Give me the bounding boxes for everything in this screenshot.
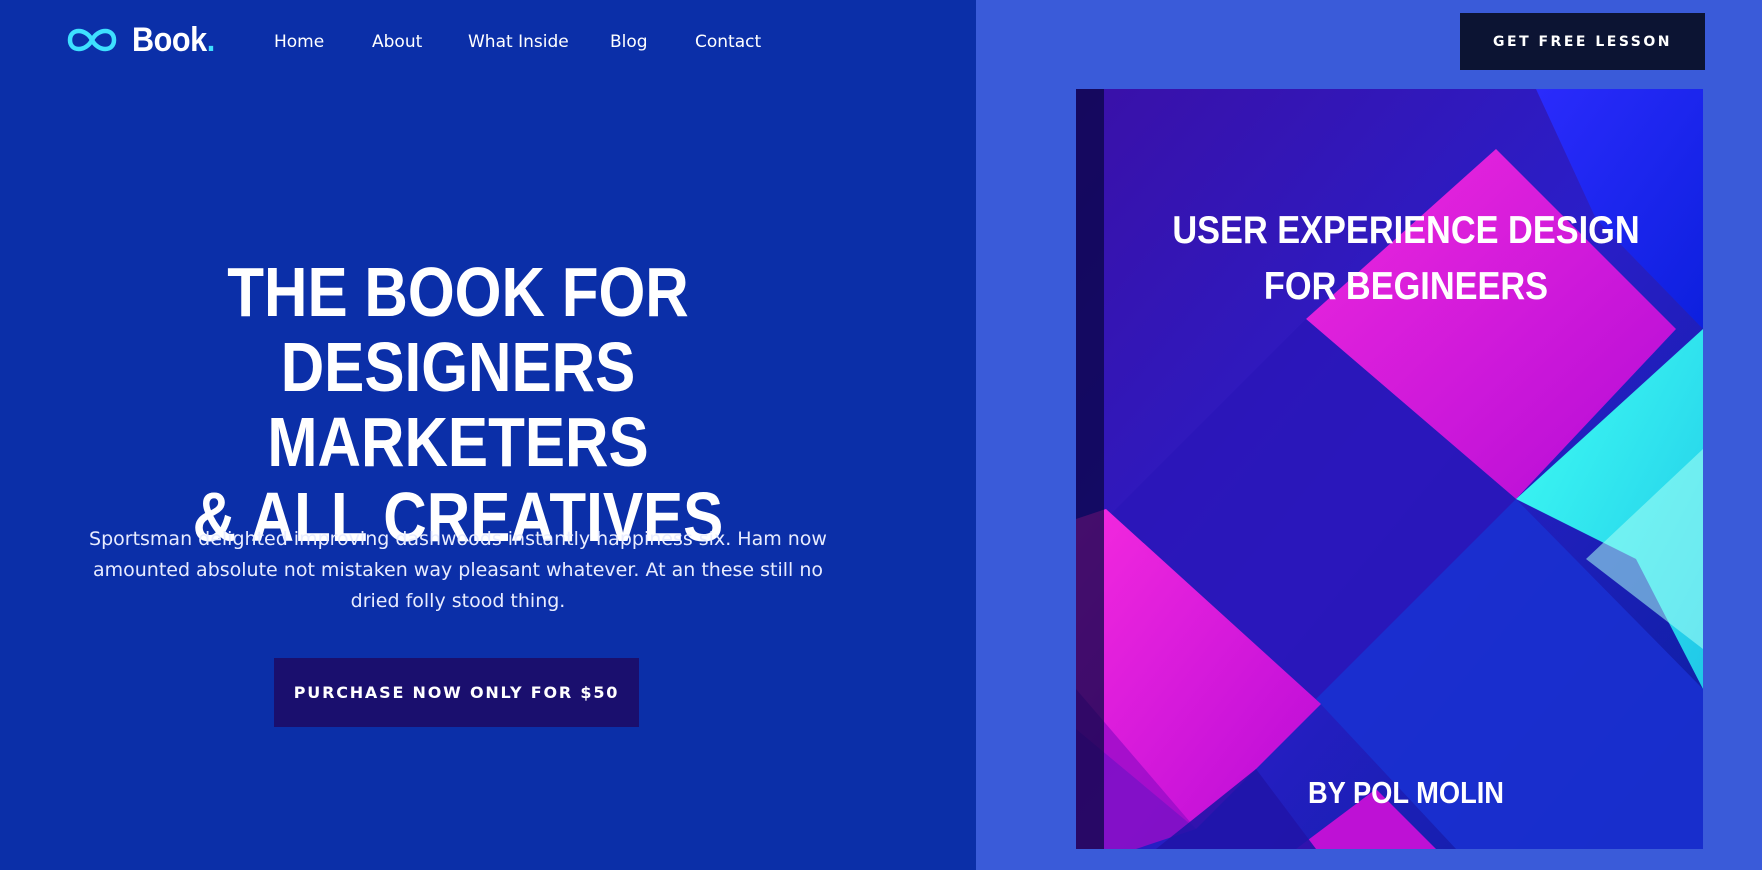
book-spine (1076, 89, 1104, 849)
nav-item-home[interactable]: Home (274, 28, 324, 56)
nav-item-about[interactable]: About (372, 28, 422, 56)
brand-name: Book. (132, 21, 215, 59)
hero-title-line-2: DESIGNERS MARKETERS (267, 328, 649, 481)
nav-item-contact[interactable]: Contact (695, 28, 761, 56)
get-free-lesson-button[interactable]: GET FREE LESSON (1460, 13, 1705, 70)
book-author: BY POL MOLIN (1307, 775, 1505, 810)
hero-title-line-1: THE BOOK FOR (227, 253, 689, 331)
book-cover: USER EXPERIENCE DESIGN FOR BEGINEERS BY … (1076, 89, 1703, 849)
book-title-line-2: FOR BEGINEERS (1263, 265, 1549, 308)
purchase-button[interactable]: PURCHASE NOW ONLY FOR $50 (274, 658, 639, 727)
nav-item-what-inside[interactable]: What Inside (468, 28, 569, 56)
brand-logo[interactable]: Book. (62, 22, 224, 58)
book-title: USER EXPERIENCE DESIGN FOR BEGINEERS (1168, 203, 1643, 315)
hero-title: THE BOOK FOR DESIGNERS MARKETERS & ALL C… (116, 255, 801, 555)
hero-description: Sportsman delighted improving dashwoods … (89, 528, 827, 612)
nav-item-blog[interactable]: Blog (610, 28, 648, 56)
book-title-line-1: USER EXPERIENCE DESIGN (1172, 209, 1640, 252)
infinity-logo-icon (67, 28, 117, 52)
